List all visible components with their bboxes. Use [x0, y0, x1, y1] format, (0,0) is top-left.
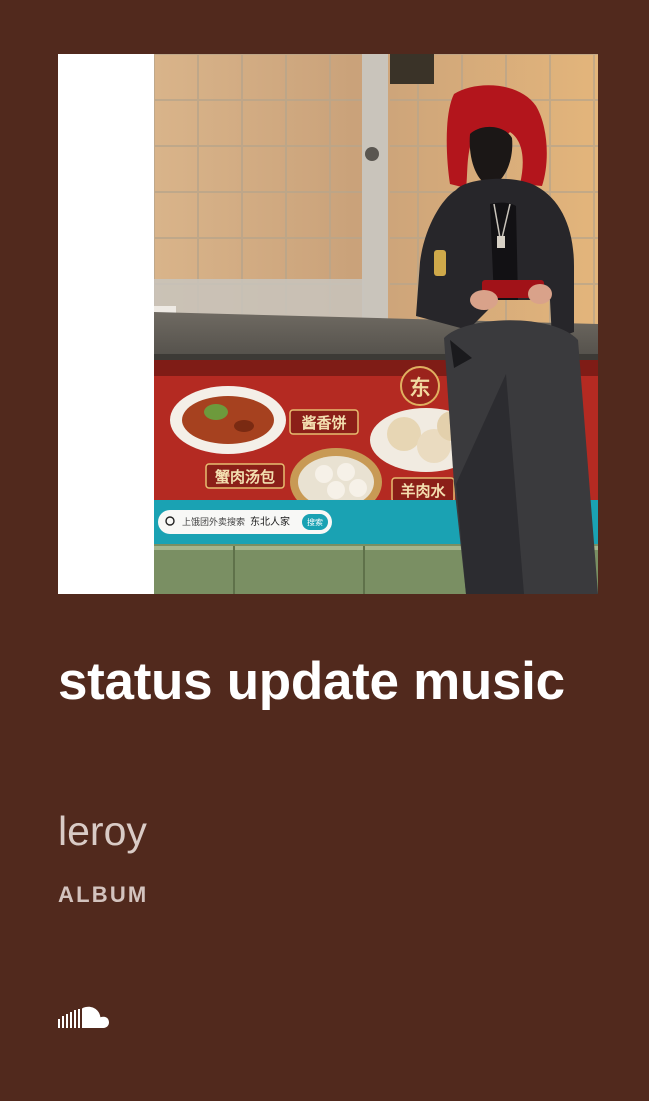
sign-label-3: 羊肉水	[400, 482, 446, 500]
sign-label-2: 蟹肉汤包	[215, 468, 275, 486]
sign-label-1: 酱香饼	[301, 414, 346, 432]
release-type-label: ALBUM	[58, 882, 149, 907]
artwork-white-border	[58, 54, 154, 594]
album-artwork[interactable]: 东 酱香饼 蟹肉汤包 羊肉水 上饿团外卖搜索 东北人家 搜索	[58, 54, 598, 594]
sign-search-hint: 上饿团外卖搜索	[182, 516, 245, 528]
sign-search-button: 搜索	[307, 517, 323, 527]
soundcloud-logo-graphic	[58, 1006, 109, 1028]
share-card: 东 酱香饼 蟹肉汤包 羊肉水 上饿团外卖搜索 东北人家 搜索 status up…	[0, 0, 649, 1101]
artist-name[interactable]: leroy	[58, 806, 147, 856]
sign-search-store: 东北人家	[250, 515, 290, 528]
sign-corner-char: 东	[410, 376, 431, 400]
soundcloud-cloud-icon[interactable]	[57, 1003, 109, 1031]
artwork-photo: 东 酱香饼 蟹肉汤包 羊肉水 上饿团外卖搜索 东北人家 搜索	[154, 54, 598, 594]
album-title: status update music	[58, 652, 565, 711]
